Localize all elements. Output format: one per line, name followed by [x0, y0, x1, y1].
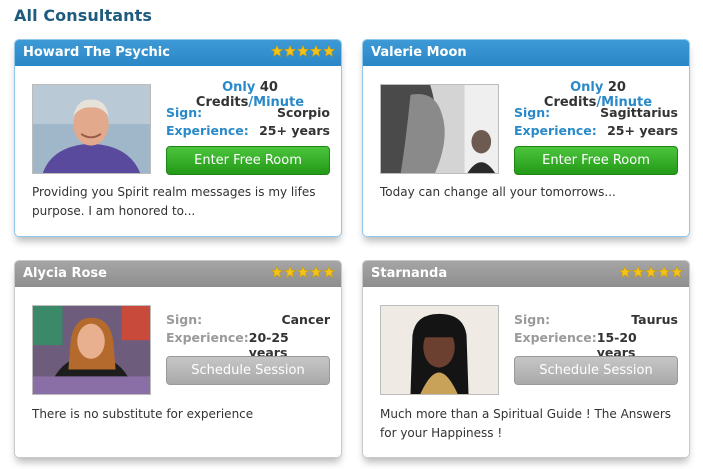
schedule-session-button[interactable]: Schedule Session [166, 356, 330, 385]
star-icon [284, 266, 296, 278]
star-icon [271, 45, 283, 57]
price-prefix: Only [570, 80, 604, 95]
star-icon [323, 45, 335, 57]
experience-label: Experience: [514, 123, 597, 138]
experience-row: Experience: 25+ years [166, 123, 330, 138]
consultant-card-starnanda: Starnanda Sign: Taurus Experience: 15-20… [362, 260, 690, 458]
consultant-card-alycia: Alycia Rose Sign: Cancer Experience: 20-… [14, 260, 342, 458]
consultant-name[interactable]: Starnanda [371, 266, 447, 281]
sign-label: Sign: [166, 105, 203, 120]
star-icon [297, 266, 309, 278]
sign-row: Sign: Sagittarius [514, 105, 678, 120]
consultant-photo[interactable] [380, 84, 499, 174]
sign-value: Sagittarius [600, 105, 678, 120]
sign-row: Sign: Taurus [514, 312, 678, 327]
consultant-name[interactable]: Alycia Rose [23, 266, 107, 281]
star-icon [658, 266, 670, 278]
enter-free-room-button[interactable]: Enter Free Room [166, 146, 330, 175]
star-icon [297, 45, 309, 57]
consultant-photo[interactable] [380, 305, 499, 395]
consultant-name[interactable]: Valerie Moon [371, 45, 467, 60]
rating-stars [619, 266, 683, 278]
rating-stars [271, 266, 335, 278]
consultant-name[interactable]: Howard The Psychic [23, 45, 170, 60]
consultant-card-valerie: Valerie Moon Only 20 Credits/Minute Sign… [362, 39, 690, 237]
consultant-description: Today can change all your tomorrows... [380, 185, 616, 199]
card-header: Alycia Rose [15, 261, 341, 287]
star-icon [284, 45, 296, 57]
star-icon [310, 45, 322, 57]
star-icon [632, 266, 644, 278]
enter-free-room-button[interactable]: Enter Free Room [514, 146, 678, 175]
sign-row: Sign: Scorpio [166, 105, 330, 120]
sign-label: Sign: [514, 312, 551, 327]
experience-value: 25+ years [607, 123, 678, 138]
sign-value: Scorpio [277, 105, 330, 120]
consultant-description: Much more than a Spiritual Guide ! The A… [380, 407, 672, 440]
experience-value: 25+ years [259, 123, 330, 138]
card-header: Valerie Moon [363, 40, 689, 66]
consultant-photo[interactable] [32, 305, 151, 395]
experience-row: Experience: 25+ years [514, 123, 678, 138]
star-icon [323, 266, 335, 278]
sign-value: Taurus [631, 312, 678, 327]
sign-value: Cancer [281, 312, 330, 327]
schedule-session-button[interactable]: Schedule Session [514, 356, 678, 385]
star-icon [645, 266, 657, 278]
star-icon [671, 266, 683, 278]
consultant-photo[interactable] [32, 84, 151, 174]
consultant-description: Providing you Spirit realm messages is m… [32, 185, 316, 218]
sign-row: Sign: Cancer [166, 312, 330, 327]
page-title: All Consultants [14, 6, 152, 25]
experience-label: Experience: [166, 123, 249, 138]
rating-stars [271, 45, 335, 57]
sign-label: Sign: [166, 312, 203, 327]
consultant-card-howard: Howard The Psychic Only 40 Credits/Minut… [14, 39, 342, 237]
card-header: Howard The Psychic [15, 40, 341, 66]
price-prefix: Only [222, 80, 256, 95]
sign-label: Sign: [514, 105, 551, 120]
star-icon [271, 266, 283, 278]
card-header: Starnanda [363, 261, 689, 287]
consultant-description: There is no substitute for experience [32, 407, 254, 421]
star-icon [310, 266, 322, 278]
star-icon [619, 266, 631, 278]
